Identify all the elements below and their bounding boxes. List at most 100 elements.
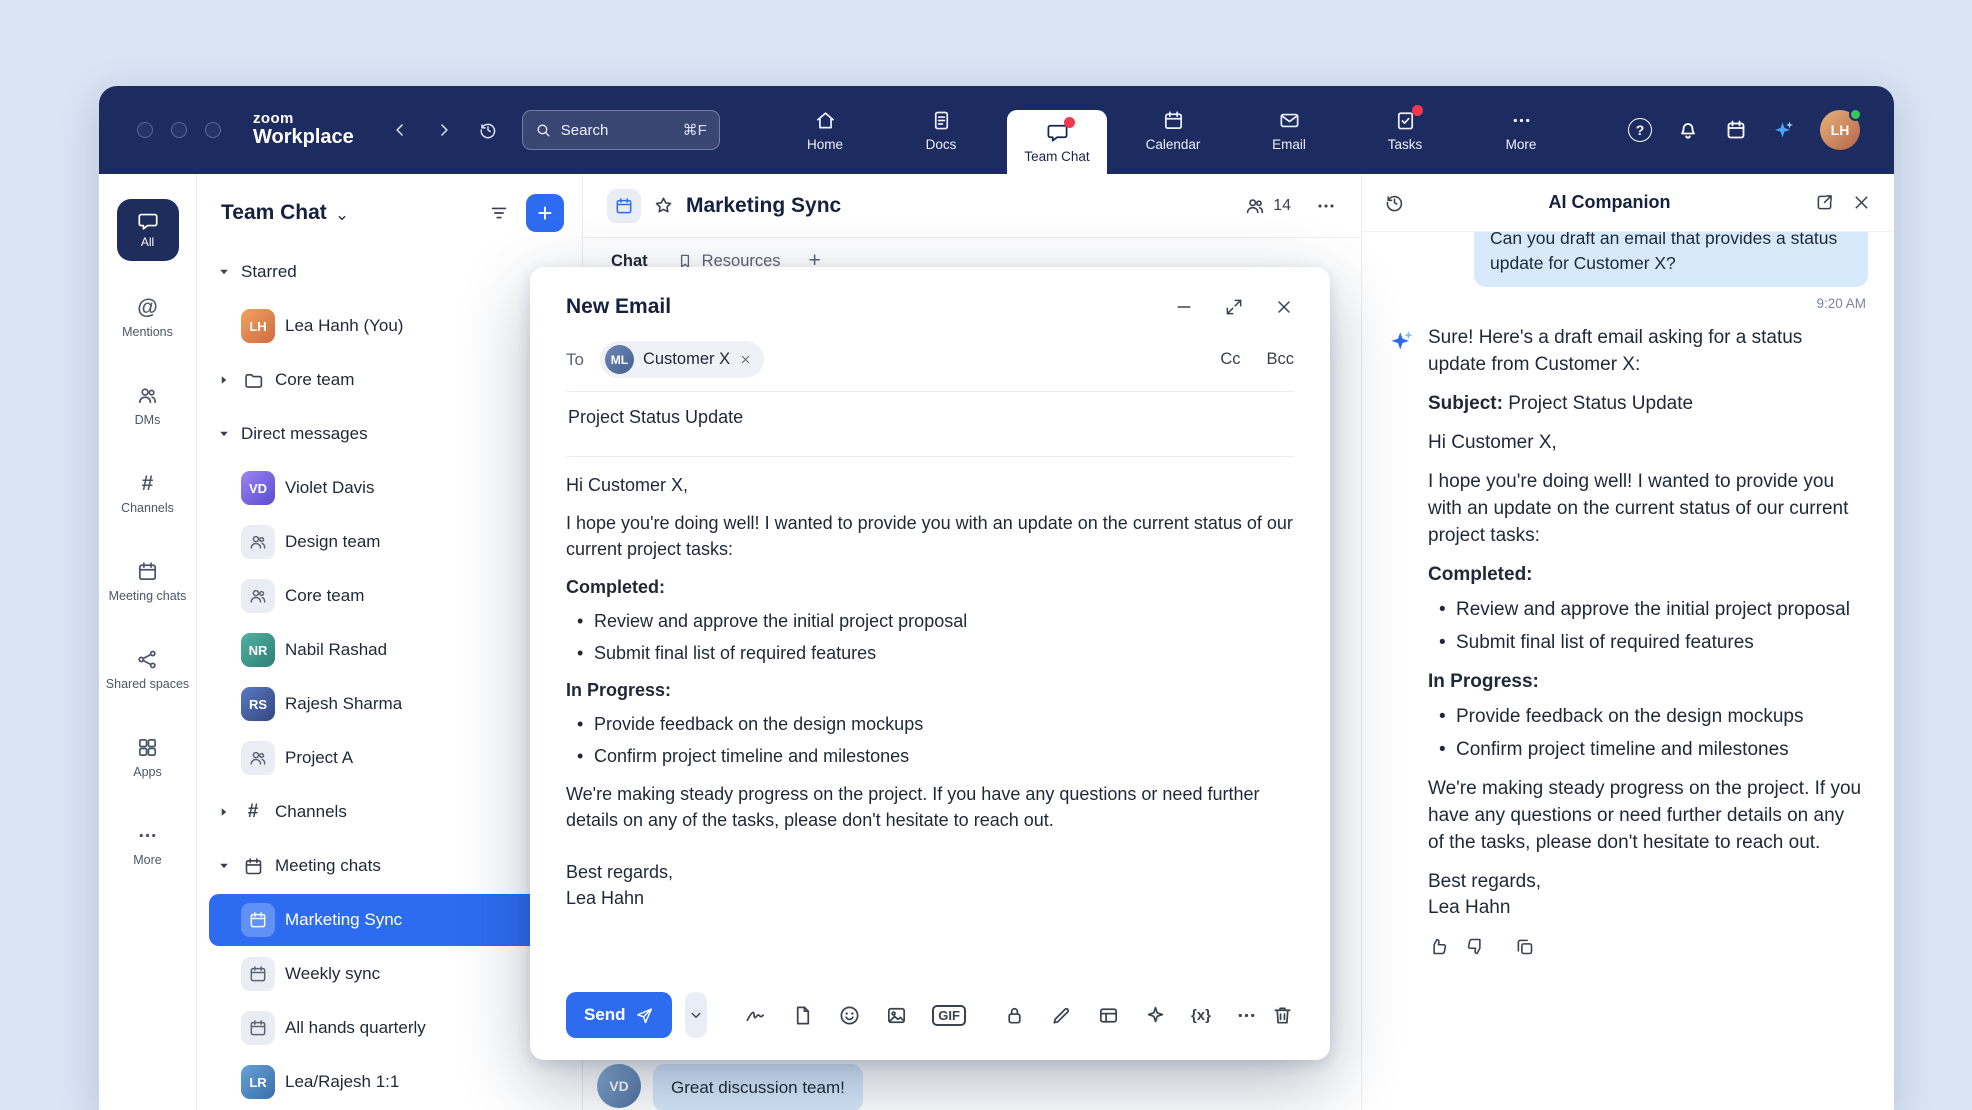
- close-icon[interactable]: [1274, 297, 1294, 317]
- remove-recipient-icon[interactable]: [739, 353, 752, 366]
- nav-calendar[interactable]: Calendar: [1123, 86, 1223, 174]
- sidebar-group-direct-messages[interactable]: Direct messages: [209, 408, 570, 460]
- sidebar-item-weekly-sync[interactable]: Weekly sync: [209, 948, 570, 1000]
- caret-right-icon[interactable]: [217, 374, 231, 386]
- nav-docs[interactable]: Docs: [891, 86, 991, 174]
- search-shortcut: ⌘F: [683, 121, 707, 139]
- tasks-icon: [1394, 109, 1417, 132]
- filter-icon[interactable]: [488, 202, 510, 224]
- bcc-button[interactable]: Bcc: [1266, 350, 1294, 369]
- nav-team-chat[interactable]: Team Chat: [1007, 110, 1107, 174]
- sidebar-item-nabil-rashad[interactable]: NR Nabil Rashad: [209, 624, 570, 676]
- nav-email[interactable]: Email: [1239, 86, 1339, 174]
- rail-item-apps[interactable]: Apps: [102, 714, 194, 802]
- sidebar-folder-core-team[interactable]: Core team: [209, 354, 570, 406]
- nav-calendar-label: Calendar: [1146, 137, 1201, 152]
- history-nav: [390, 120, 498, 140]
- sidebar-item-design-team[interactable]: Design team: [209, 516, 570, 568]
- sidebar-item-all-hands[interactable]: All hands quarterly: [209, 1002, 570, 1054]
- chevron-down-icon[interactable]: ⌄: [335, 205, 349, 225]
- ai-companion-sparkle-icon[interactable]: [1772, 118, 1796, 142]
- signature-icon[interactable]: [744, 1004, 767, 1027]
- nav-home[interactable]: Home: [775, 86, 875, 174]
- minimize-icon[interactable]: [1174, 297, 1194, 317]
- thumbs-up-icon[interactable]: [1428, 936, 1449, 957]
- ai-conversation[interactable]: Can you draft an email that provides a s…: [1362, 232, 1894, 1110]
- variables-icon[interactable]: {x}: [1191, 1007, 1211, 1024]
- sidebar-item-marketing-sync[interactable]: Marketing Sync: [209, 894, 570, 946]
- rail-item-meeting-chats[interactable]: Meeting chats: [102, 538, 194, 626]
- edit-pencil-icon[interactable]: [1050, 1004, 1073, 1027]
- email-body-editor[interactable]: Hi Customer X, I hope you're doing well!…: [566, 457, 1294, 980]
- close-icon[interactable]: [1851, 192, 1872, 213]
- rail-item-dms[interactable]: DMs: [102, 362, 194, 450]
- caret-down-icon[interactable]: [217, 428, 231, 440]
- history-icon[interactable]: [478, 120, 498, 140]
- user-avatar[interactable]: LH: [1820, 110, 1860, 150]
- nav-more[interactable]: More: [1471, 86, 1571, 174]
- sidebar-item-violet-davis[interactable]: VD Violet Davis: [209, 462, 570, 514]
- chat-list-sidebar: Team Chat ⌄ + Starred LH Lea Hanh (You): [197, 174, 583, 1110]
- thumbs-down-icon[interactable]: [1465, 936, 1486, 957]
- minimize-window-button[interactable]: [171, 122, 187, 138]
- members-button[interactable]: 14: [1244, 195, 1291, 217]
- left-rail: All @ Mentions DMs # Channels Meeting ch…: [99, 174, 197, 1110]
- channel-more-icon[interactable]: [1315, 195, 1337, 217]
- send-button[interactable]: Send: [566, 992, 672, 1038]
- back-icon[interactable]: [390, 120, 410, 140]
- sidebar-item-rajesh-sharma[interactable]: RS Rajesh Sharma: [209, 678, 570, 730]
- recipient-chip[interactable]: ML Customer X: [600, 341, 764, 378]
- cc-button[interactable]: Cc: [1220, 350, 1240, 369]
- delete-draft-icon[interactable]: [1271, 1004, 1294, 1027]
- help-icon[interactable]: ?: [1628, 118, 1652, 142]
- sidebar-group-channels[interactable]: # Channels: [209, 786, 570, 838]
- rail-item-channels[interactable]: # Channels: [102, 450, 194, 538]
- nav-tasks-label: Tasks: [1388, 137, 1423, 152]
- caret-right-icon[interactable]: [217, 806, 231, 818]
- gif-icon[interactable]: GIF: [932, 1005, 966, 1026]
- recipient-name: Customer X: [643, 350, 730, 369]
- history-icon[interactable]: [1384, 192, 1405, 213]
- encrypt-lock-icon[interactable]: [1003, 1004, 1026, 1027]
- rail-item-shared-spaces[interactable]: Shared spaces: [102, 626, 194, 714]
- expand-icon[interactable]: [1224, 297, 1244, 317]
- send-options-button[interactable]: [685, 992, 708, 1038]
- rail-item-mentions[interactable]: @ Mentions: [102, 274, 194, 362]
- search-input[interactable]: Search ⌘F: [522, 110, 720, 150]
- more-options-icon[interactable]: [1235, 1004, 1258, 1027]
- caret-down-icon[interactable]: [217, 860, 231, 872]
- nav-more-label: More: [1506, 137, 1537, 152]
- rail-item-more[interactable]: More: [102, 802, 194, 890]
- sidebar-item-lea-rajesh[interactable]: LR Lea/Rajesh 1:1: [209, 1056, 570, 1108]
- subject-field[interactable]: Project Status Update: [566, 392, 1294, 443]
- sidebar-group-meeting-chats[interactable]: Meeting chats: [209, 840, 570, 892]
- chat-message: VD Great discussion team!: [597, 1064, 863, 1110]
- sidebar-title[interactable]: Team Chat: [221, 201, 327, 225]
- attach-file-icon[interactable]: [791, 1004, 814, 1027]
- copy-icon[interactable]: [1514, 936, 1535, 957]
- sidebar-group-starred[interactable]: Starred: [209, 246, 570, 298]
- new-chat-button[interactable]: +: [526, 194, 564, 232]
- template-icon[interactable]: [1097, 1004, 1120, 1027]
- sidebar-item-lea-hanh[interactable]: LH Lea Hanh (You): [209, 300, 570, 352]
- sidebar-item-core-team[interactable]: Core team: [209, 570, 570, 622]
- rail-channels-label: Channels: [121, 501, 174, 515]
- ai-feedback-row: [1428, 936, 1864, 957]
- maximize-window-button[interactable]: [205, 122, 221, 138]
- caret-down-icon[interactable]: [217, 266, 231, 278]
- open-in-new-icon[interactable]: [1814, 192, 1835, 213]
- rail-item-all[interactable]: All: [102, 186, 194, 274]
- ai-sparkle-icon[interactable]: [1144, 1004, 1167, 1027]
- nav-tasks[interactable]: Tasks: [1355, 86, 1455, 174]
- notifications-bell-icon[interactable]: [1676, 118, 1700, 142]
- close-window-button[interactable]: [137, 122, 153, 138]
- apps-grid-icon: [136, 736, 159, 759]
- emoji-icon[interactable]: [838, 1004, 861, 1027]
- window-controls: [137, 122, 221, 138]
- sidebar-item-project-a[interactable]: Project A: [209, 732, 570, 784]
- forward-icon[interactable]: [434, 120, 454, 140]
- to-field[interactable]: To ML Customer X Cc Bcc: [566, 341, 1294, 378]
- mini-calendar-icon[interactable]: [1724, 118, 1748, 142]
- image-icon[interactable]: [885, 1004, 908, 1027]
- star-icon[interactable]: [653, 195, 674, 216]
